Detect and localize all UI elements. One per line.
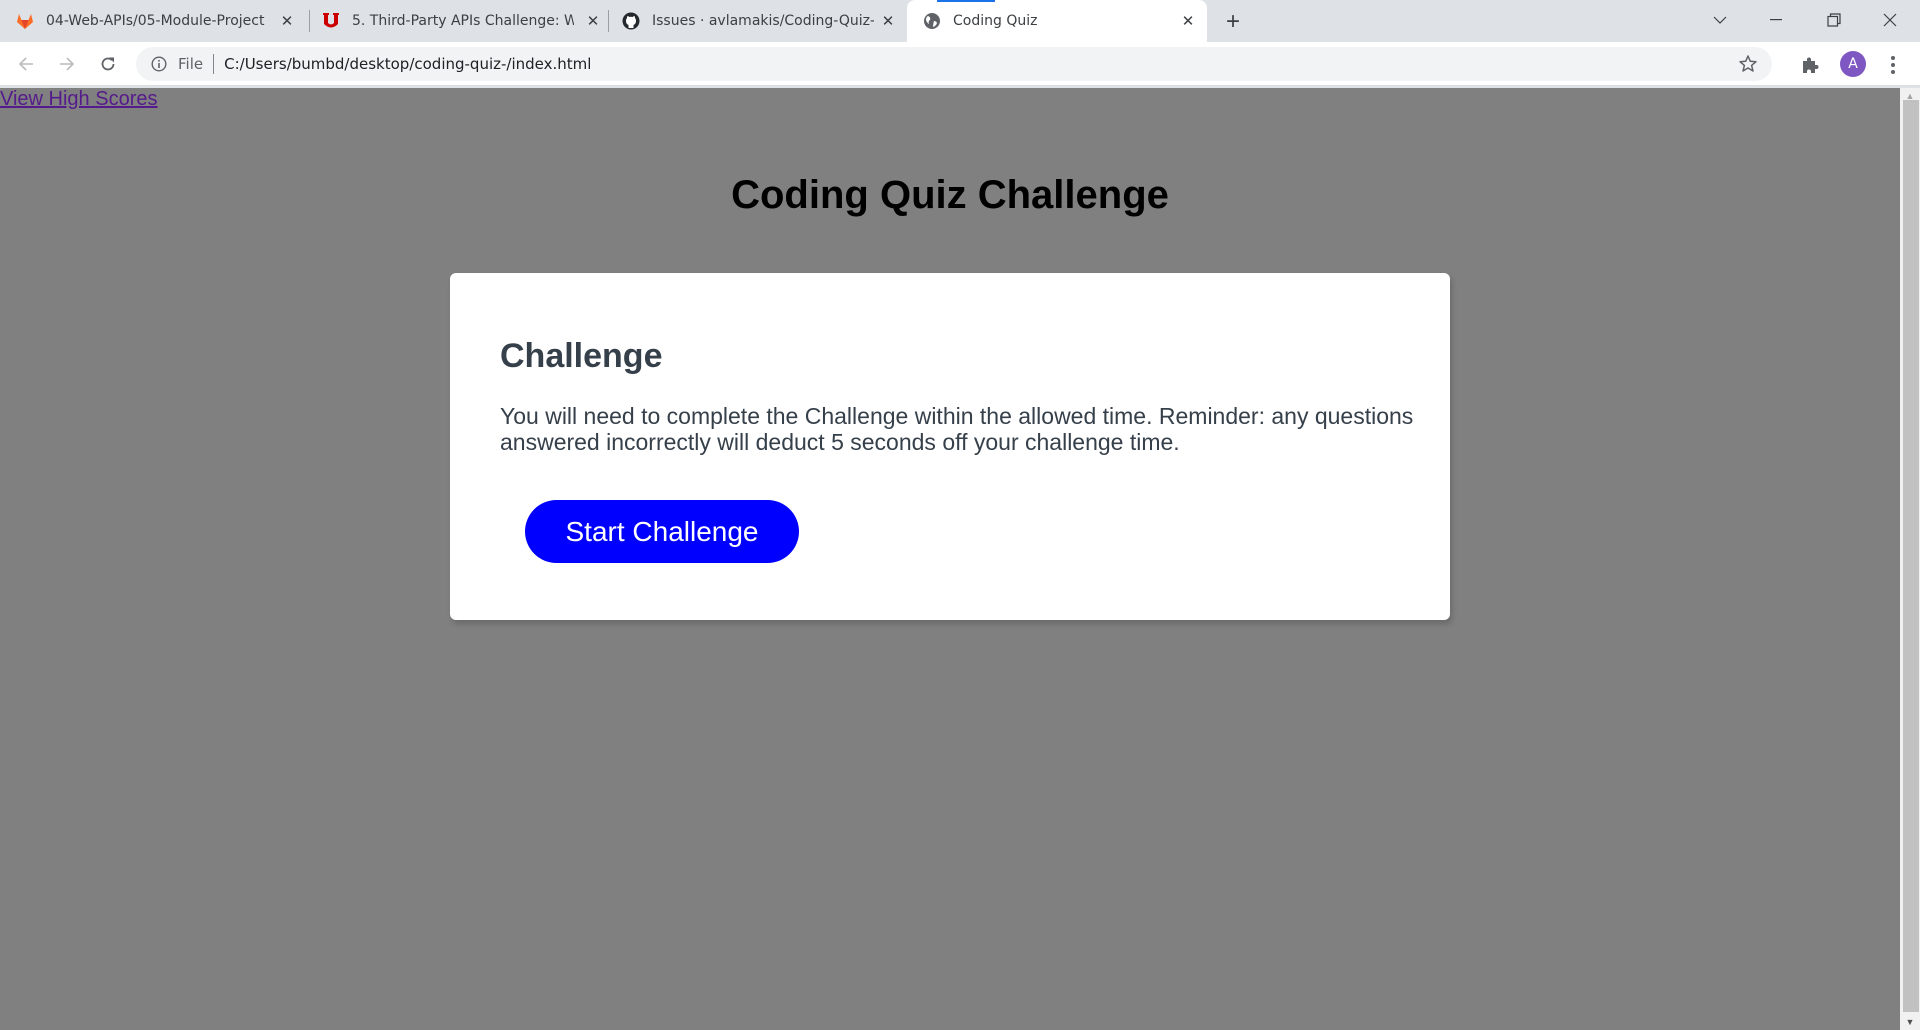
minimize-button[interactable] [1748,0,1804,40]
close-window-button[interactable] [1862,0,1918,40]
tab-github-issues[interactable]: Issues · avlamakis/Coding-Quiz- ✕ [622,0,907,42]
chevron-down-icon [1713,16,1727,24]
close-tab-icon[interactable]: ✕ [278,12,296,30]
info-icon[interactable] [150,55,168,73]
tab-title: Coding Quiz [953,13,1038,29]
loading-indicator [937,0,995,2]
arrow-right-icon [60,57,75,71]
page-viewport: View High Scores Coding Quiz Challenge C… [0,88,1900,1030]
browser-menu-icon[interactable] [1886,54,1900,76]
gitlab-fox-icon [16,12,34,30]
close-icon [1883,13,1897,27]
tab-coding-quiz[interactable]: Coding Quiz ✕ [907,0,1207,42]
page-title: Coding Quiz Challenge [731,173,1169,217]
scheme-label: File [178,55,204,73]
vertical-scrollbar[interactable]: ▲ ▼ [1900,88,1920,1030]
extensions-puzzle-icon[interactable] [1800,55,1820,75]
tab-title: Issues · avlamakis/Coding-Quiz- [652,13,874,29]
restore-icon [1827,13,1841,27]
tab-strip: 04-Web-APIs/05-Module-Project ✕ 5. Third… [0,0,1920,42]
tab-title: 5. Third-Party APIs Challenge: Wo [352,13,574,29]
close-tab-icon[interactable]: ✕ [879,12,897,30]
profile-avatar[interactable]: A [1840,51,1866,77]
utah-u-icon [322,12,340,30]
reload-button[interactable] [94,50,122,78]
new-tab-button[interactable]: + [1220,8,1246,35]
tab-separator [309,10,310,32]
address-divider [213,54,215,74]
back-button[interactable] [12,50,40,78]
challenge-card: Challenge You will need to complete the … [450,273,1450,620]
url-text[interactable]: C:/Users/bumbd/desktop/coding-quiz-/inde… [224,55,591,73]
globe-icon [923,12,941,30]
forward-button[interactable] [53,50,81,78]
browser-toolbar: File C:/Users/bumbd/desktop/coding-quiz-… [0,42,1920,86]
github-icon [622,12,640,30]
tab-title: 04-Web-APIs/05-Module-Project [46,13,265,29]
address-bar[interactable]: File C:/Users/bumbd/desktop/coding-quiz-… [136,47,1772,81]
reload-icon [101,57,115,71]
bookmark-star-icon[interactable] [1738,54,1758,74]
arrow-left-icon [18,57,33,71]
tab-gitlab-project[interactable]: 04-Web-APIs/05-Module-Project ✕ [16,0,306,42]
start-challenge-button[interactable]: Start Challenge [525,500,799,563]
view-high-scores-link[interactable]: View High Scores [0,88,157,111]
challenge-description: You will need to complete the Challenge … [500,403,1414,455]
challenge-heading: Challenge [500,337,663,375]
scrollbar-thumb[interactable] [1903,100,1919,1012]
tab-separator [608,10,609,32]
close-tab-icon[interactable]: ✕ [584,12,602,30]
restore-button[interactable] [1806,0,1862,40]
tab-search-button[interactable] [1692,0,1748,40]
minimize-icon [1770,19,1782,21]
tab-third-party-apis[interactable]: 5. Third-Party APIs Challenge: Wo ✕ [322,0,612,42]
close-tab-icon[interactable]: ✕ [1179,12,1197,30]
scroll-down-arrow-icon[interactable]: ▼ [1900,1014,1920,1030]
